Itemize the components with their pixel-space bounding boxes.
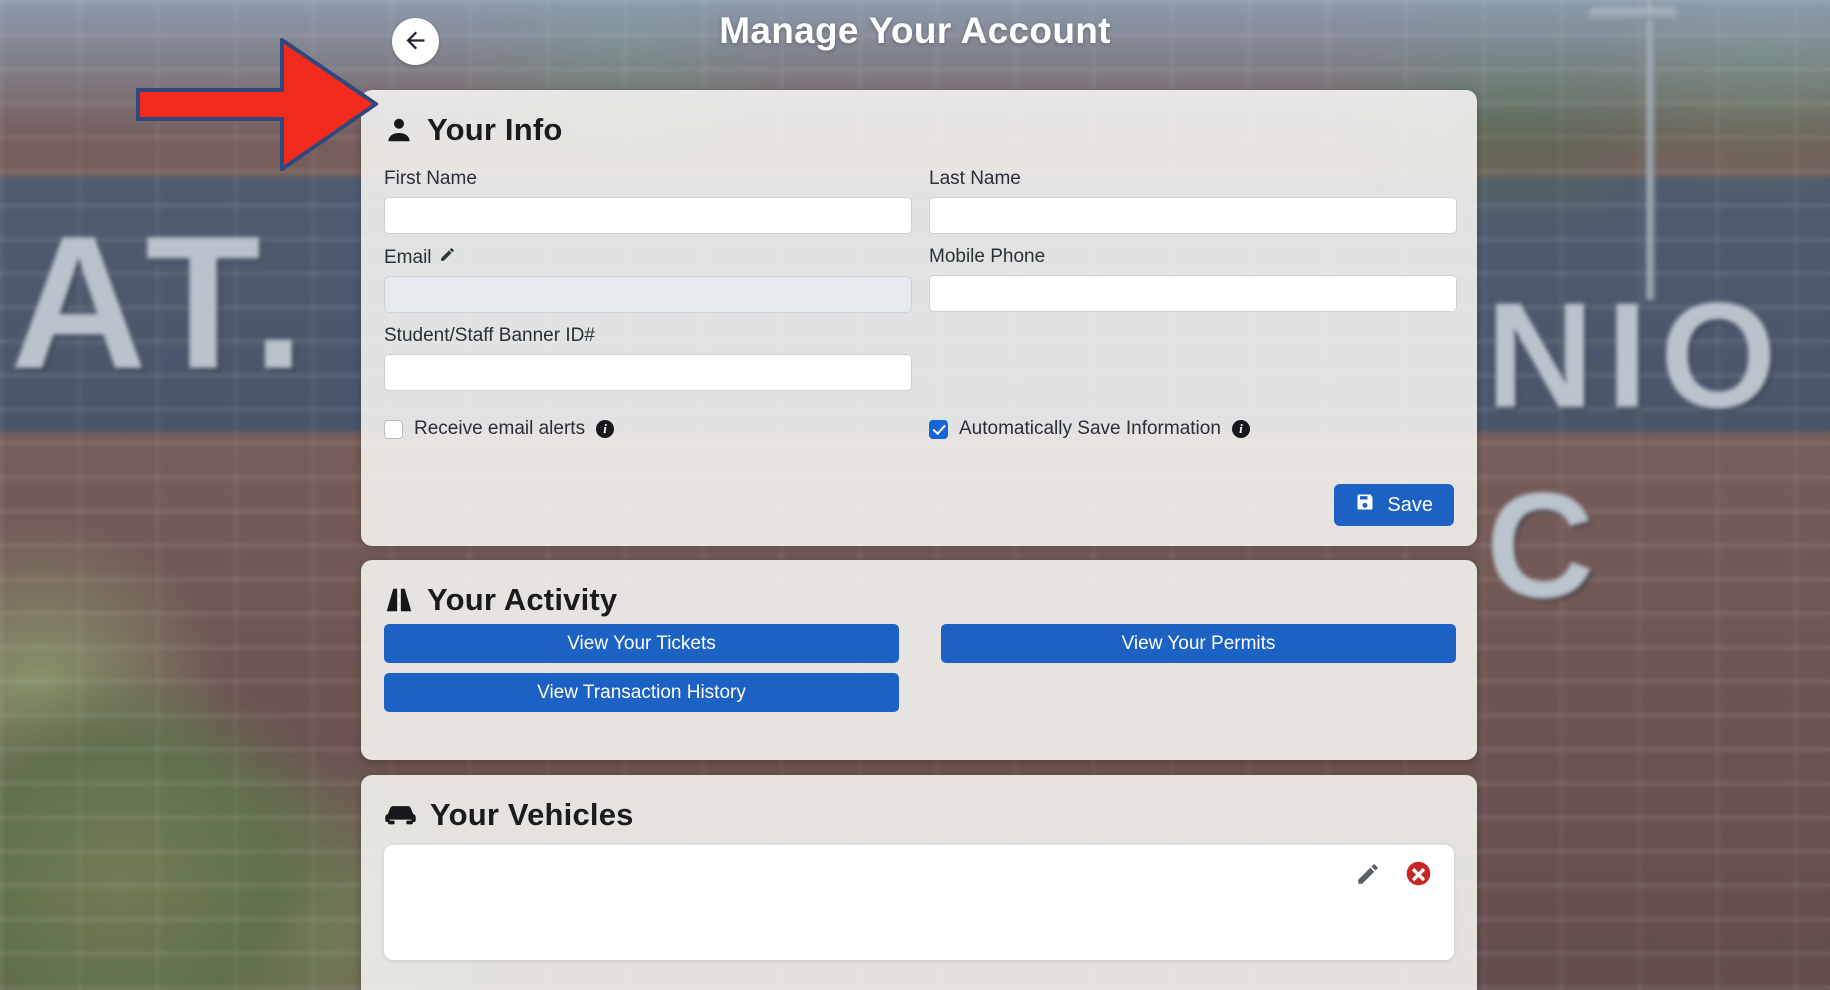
mobile-phone-input[interactable] bbox=[929, 275, 1457, 312]
user-icon bbox=[384, 115, 414, 145]
field-banner-id: Student/Staff Banner ID# bbox=[384, 325, 912, 391]
auto-save-label: Automatically Save Information bbox=[959, 418, 1221, 439]
page-header: Manage Your Account bbox=[0, 0, 1830, 70]
email-input bbox=[384, 276, 912, 313]
your-info-checkbox-row: Receive email alerts i Automatically Sav… bbox=[361, 391, 1477, 440]
view-your-tickets-button[interactable]: View Your Tickets bbox=[384, 624, 899, 663]
pencil-icon bbox=[1355, 861, 1381, 890]
pencil-icon[interactable] bbox=[439, 246, 456, 269]
your-activity-heading-text: Your Activity bbox=[427, 582, 618, 617]
save-button-label: Save bbox=[1387, 493, 1433, 516]
your-vehicles-card: Your Vehicles bbox=[361, 775, 1477, 990]
field-last-name: Last Name bbox=[929, 168, 1457, 234]
view-your-permits-button[interactable]: View Your Permits bbox=[941, 624, 1456, 663]
field-first-name: First Name bbox=[384, 168, 912, 234]
form-spacer bbox=[929, 313, 1457, 391]
receive-email-alerts-label: Receive email alerts bbox=[414, 418, 586, 439]
delete-circle-icon bbox=[1405, 860, 1432, 890]
floppy-disk-icon bbox=[1355, 492, 1375, 518]
car-icon bbox=[384, 803, 417, 827]
auto-save-row: Automatically Save Information i bbox=[929, 418, 1457, 440]
email-label: Email bbox=[384, 246, 912, 269]
auto-save-info-icon[interactable]: i bbox=[1231, 420, 1250, 438]
receive-email-alerts-row: Receive email alerts i bbox=[384, 418, 912, 440]
last-name-input[interactable] bbox=[929, 197, 1457, 234]
auto-save-checkbox[interactable] bbox=[929, 419, 948, 439]
your-info-card: Your Info First Name Last Name Email Mob… bbox=[361, 90, 1477, 546]
last-name-label: Last Name bbox=[929, 168, 1021, 189]
mobile-phone-label: Mobile Phone bbox=[929, 246, 1046, 267]
road-icon bbox=[384, 587, 414, 613]
your-activity-card: Your Activity View Your Tickets View You… bbox=[361, 560, 1477, 760]
save-button[interactable]: Save bbox=[1334, 484, 1454, 526]
your-info-heading: Your Info bbox=[361, 90, 1477, 148]
page-title: Manage Your Account bbox=[719, 10, 1111, 51]
your-info-form: First Name Last Name Email Mobile Phone … bbox=[361, 148, 1477, 391]
banner-id-input[interactable] bbox=[384, 354, 912, 391]
vehicle-delete-button[interactable] bbox=[1405, 860, 1432, 890]
your-activity-heading: Your Activity bbox=[361, 560, 1477, 618]
your-vehicles-heading: Your Vehicles bbox=[361, 775, 1477, 833]
banner-id-label: Student/Staff Banner ID# bbox=[384, 325, 595, 346]
receive-email-alerts-info-icon[interactable]: i bbox=[596, 420, 615, 438]
account-page: AT. NIO C Manage Your Account Your Inf bbox=[0, 0, 1830, 990]
view-transaction-history-button[interactable]: View Transaction History bbox=[384, 673, 899, 712]
first-name-label: First Name bbox=[384, 168, 477, 189]
vehicle-row-actions bbox=[1355, 860, 1432, 890]
first-name-input[interactable] bbox=[384, 197, 912, 234]
save-row: Save bbox=[1334, 484, 1454, 526]
field-mobile-phone: Mobile Phone bbox=[929, 246, 1457, 313]
vehicle-row[interactable] bbox=[384, 845, 1454, 960]
receive-email-alerts-checkbox[interactable] bbox=[384, 419, 403, 439]
field-email: Email bbox=[384, 246, 912, 313]
your-vehicles-heading-text: Your Vehicles bbox=[430, 797, 634, 832]
activity-button-grid: View Your Tickets View Your Permits View… bbox=[361, 618, 1477, 712]
vehicle-edit-button[interactable] bbox=[1355, 861, 1381, 890]
your-info-heading-text: Your Info bbox=[427, 112, 563, 147]
